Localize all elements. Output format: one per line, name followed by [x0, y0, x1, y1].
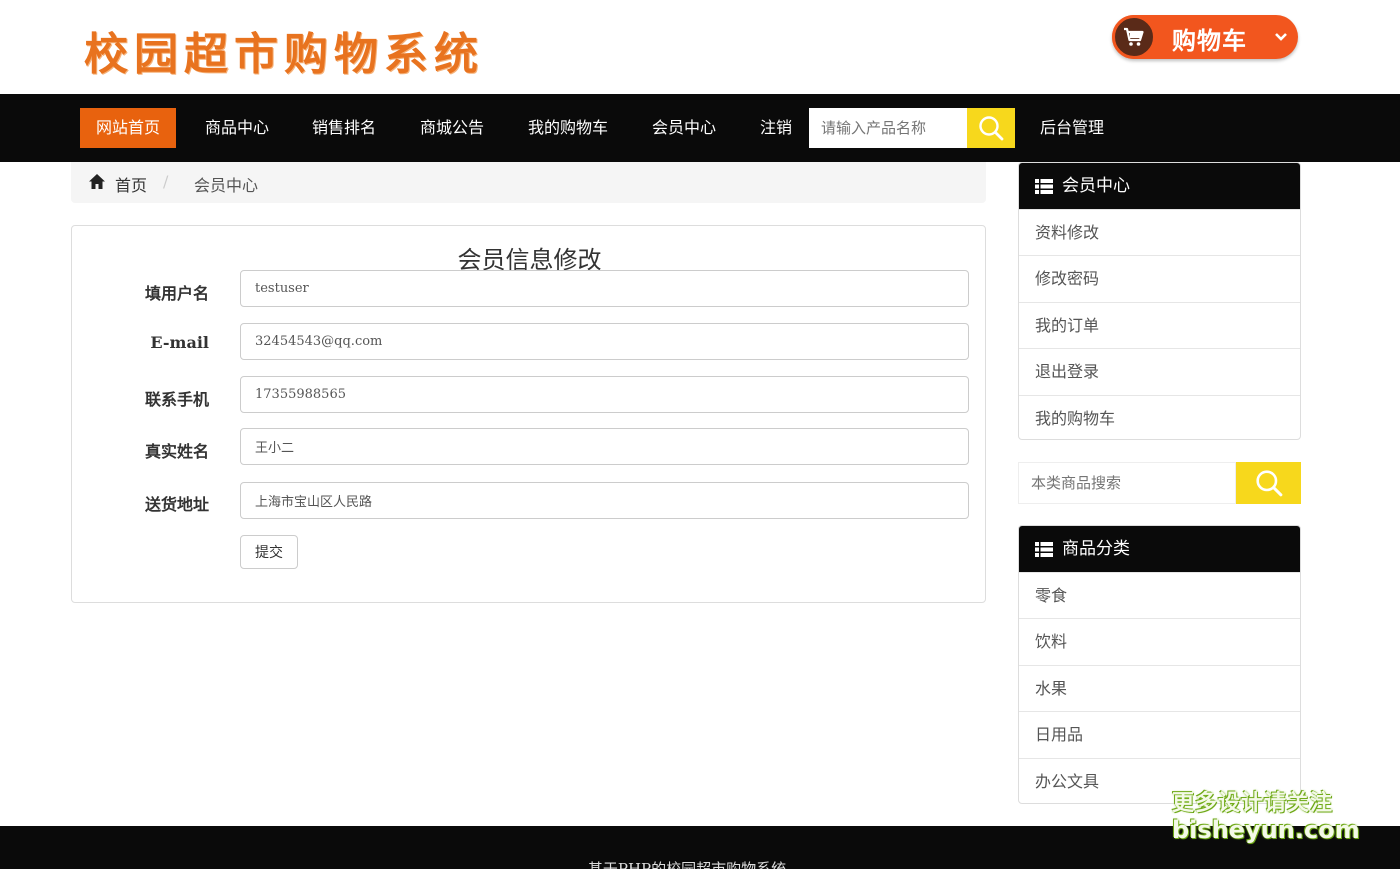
phone-label: 联系手机 [144, 390, 209, 409]
product-search-button[interactable] [967, 108, 1015, 148]
phone-field[interactable] [240, 376, 969, 413]
username-field[interactable] [240, 270, 969, 307]
member-info-form: 会员信息修改 填用户名 E-mail 联系手机 真实姓名 送货地址 提交 [71, 225, 986, 603]
sidebar-member-title: 会员中心 [1062, 176, 1130, 196]
nav-sales-ranking[interactable]: 销售排名 [312, 108, 376, 148]
site-logo[interactable]: 校园超市购物系统 [84, 18, 484, 82]
breadcrumb: 首页 / 会员中心 [71, 162, 986, 203]
category-search-button[interactable] [1236, 462, 1301, 504]
watermark: 更多设计请关注 bisheyun.com [1172, 790, 1360, 844]
main-navbar: 网站首页 商品中心 销售排名 商城公告 我的购物车 会员中心 注销 后台管理 [0, 94, 1400, 162]
category-item-daily-goods[interactable]: 日用品 [1019, 711, 1300, 757]
search-icon [1255, 470, 1282, 497]
nav-logout[interactable]: 注销 [760, 108, 792, 148]
nav-home[interactable]: 网站首页 [80, 108, 177, 148]
email-field[interactable] [240, 323, 969, 360]
nav-member-center[interactable]: 会员中心 [652, 108, 716, 148]
list-icon [1035, 541, 1053, 557]
home-icon[interactable] [88, 173, 106, 194]
sidebar-item-change-password[interactable]: 修改密码 [1019, 255, 1300, 301]
search-icon [979, 116, 1004, 141]
realname-field[interactable] [240, 428, 969, 465]
realname-label: 真实姓名 [144, 442, 209, 461]
watermark-line2: bisheyun.com [1172, 816, 1360, 844]
list-icon [1035, 178, 1053, 194]
sidebar-category-menu: 商品分类 零食 饮料 水果 日用品 办公文具 [1018, 525, 1301, 804]
category-search-input[interactable] [1018, 462, 1236, 504]
site-header: 校园超市购物系统 购物车 [0, 0, 1400, 94]
breadcrumb-home[interactable]: 首页 [115, 172, 147, 196]
submit-button[interactable]: 提交 [240, 535, 298, 569]
chevron-down-icon [1274, 27, 1288, 46]
nav-admin[interactable]: 后台管理 [1040, 108, 1104, 148]
footer-text: 基于PHP的校园超市购物系统 [587, 860, 787, 869]
category-item-drinks[interactable]: 饮料 [1019, 618, 1300, 664]
breadcrumb-current: 会员中心 [194, 176, 259, 195]
cart-label: 购物车 [1172, 27, 1247, 55]
nav-announcements[interactable]: 商城公告 [420, 108, 484, 148]
sidebar-category-title: 商品分类 [1062, 539, 1130, 559]
cart-icon [1112, 15, 1156, 59]
sidebar-item-my-orders[interactable]: 我的订单 [1019, 301, 1300, 348]
nav-products[interactable]: 商品中心 [205, 108, 269, 148]
sidebar-member-menu: 会员中心 资料修改 修改密码 我的订单 退出登录 我的购物车 [1018, 162, 1301, 440]
sidebar-item-my-cart[interactable]: 我的购物车 [1019, 394, 1300, 439]
email-label: E-mail [150, 333, 209, 352]
sidebar-item-logout[interactable]: 退出登录 [1019, 348, 1300, 394]
sidebar-category-header: 商品分类 [1019, 526, 1300, 572]
sidebar-item-edit-profile[interactable]: 资料修改 [1019, 209, 1300, 255]
nav-my-cart[interactable]: 我的购物车 [528, 108, 608, 148]
product-search-input[interactable] [809, 108, 967, 148]
sidebar-member-header: 会员中心 [1019, 163, 1300, 209]
watermark-line1: 更多设计请关注 [1172, 791, 1334, 816]
cart-button[interactable]: 购物车 [1112, 15, 1298, 59]
breadcrumb-separator: / [163, 172, 169, 191]
category-item-snacks[interactable]: 零食 [1019, 572, 1300, 618]
address-field[interactable] [240, 482, 969, 519]
address-label: 送货地址 [144, 495, 209, 514]
username-label: 填用户名 [144, 284, 209, 303]
category-item-fruit[interactable]: 水果 [1019, 664, 1300, 711]
